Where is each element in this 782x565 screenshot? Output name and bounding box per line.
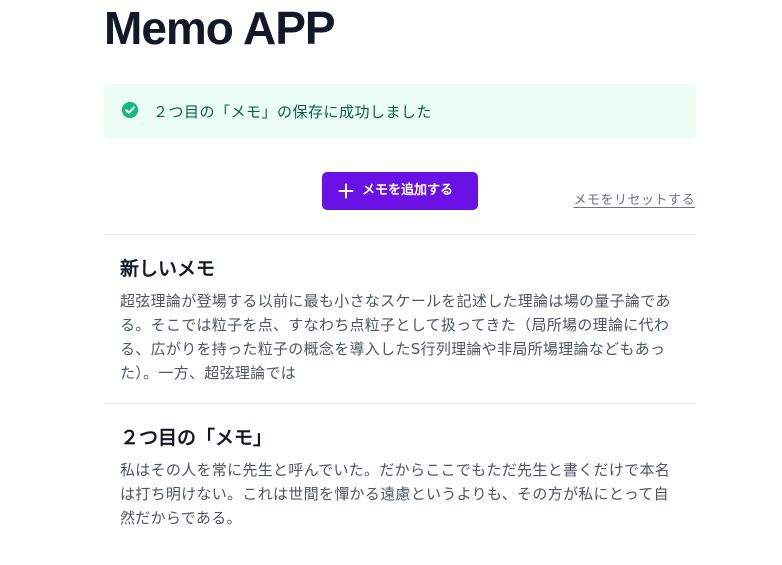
reset-memos-link[interactable]: メモをリセットする bbox=[573, 189, 695, 208]
memo-title: ２つ目の「メモ」 bbox=[120, 427, 273, 449]
check-circle-icon bbox=[121, 101, 139, 119]
memo-list: 新しいメモ 超弦理論が登場する以前に最も小さなスケールを記述した理論は場の量子論… bbox=[104, 234, 696, 543]
add-memo-label: メモを追加する bbox=[362, 183, 454, 198]
plus-icon bbox=[338, 183, 354, 199]
page: Memo APP ２つ目の「メモ」の保存に成功しました メモを追加する メモをリ… bbox=[0, 0, 782, 565]
alert-message: ２つ目の「メモ」の保存に成功しました bbox=[153, 103, 433, 121]
memo-title: 新しいメモ bbox=[120, 258, 216, 280]
success-alert: ２つ目の「メモ」の保存に成功しました bbox=[104, 84, 696, 139]
memo-item[interactable]: 新しいメモ 超弦理論が登場する以前に最も小さなスケールを記述した理論は場の量子論… bbox=[104, 234, 696, 403]
app-title: Memo APP bbox=[104, 2, 336, 54]
memo-item[interactable]: ２つ目の「メモ」 私はその人を常に先生と呼んでいた。だからここでもただ先生と書く… bbox=[104, 403, 696, 543]
memo-body: 私はその人を常に先生と呼んでいた。だからここでもただ先生と書くだけで本名は打ち明… bbox=[120, 461, 671, 527]
memo-body: 超弦理論が登場する以前に最も小さなスケールを記述した理論は場の量子論である。そこ… bbox=[120, 292, 671, 382]
add-memo-button[interactable]: メモを追加する bbox=[322, 172, 478, 210]
